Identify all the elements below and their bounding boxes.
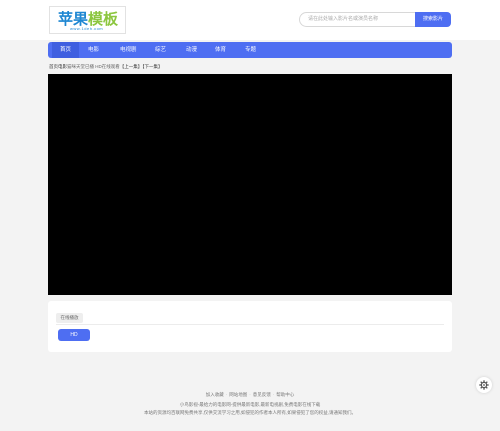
- episode-panel: 在线播放 HD: [48, 301, 452, 352]
- nav-item-sports[interactable]: 体育: [215, 42, 226, 58]
- nav-item-topics[interactable]: 专题: [245, 42, 256, 58]
- breadcrumb-path: 已播 HD在线观看: [85, 64, 120, 69]
- video-player[interactable]: [48, 74, 452, 295]
- search-input[interactable]: 请在此处输入影片名或演员名称: [299, 12, 416, 27]
- footer-links: 加入收藏 · 网站地图 · 意见反馈 · 帮助中心: [205, 392, 295, 397]
- nav-item-home[interactable]: 首页: [52, 42, 80, 58]
- footer-link-feedback[interactable]: 意见反馈: [253, 392, 271, 397]
- breadcrumb-home[interactable]: 首页: [49, 64, 58, 69]
- nav-item-anime[interactable]: 动漫: [186, 42, 197, 58]
- breadcrumb-title[interactable]: 猫咪天堂: [67, 64, 85, 69]
- footer-link-sitemap[interactable]: 网站地图: [229, 392, 247, 397]
- footer-slogan: 小鸟影视-最给力的电影网-提供最新电影,最新电视剧,免费电影在线下载: [179, 402, 321, 407]
- divider: [56, 324, 444, 325]
- breadcrumb-category[interactable]: 电影: [58, 64, 67, 69]
- prev-episode-link[interactable]: 【上一集】: [120, 64, 143, 69]
- next-episode-link[interactable]: 【下一集】: [142, 64, 162, 69]
- main-nav: 首页 电影 电视剧 综艺 动漫 体育 专题: [48, 42, 452, 58]
- tab-online-play[interactable]: 在线播放: [56, 313, 83, 323]
- search-button[interactable]: 搜索影片: [415, 12, 451, 27]
- site-logo[interactable]: 苹果模板 www.1deh.com: [49, 6, 126, 34]
- footer-link-bookmark[interactable]: 加入收藏: [206, 392, 224, 397]
- episode-button-hd[interactable]: HD: [58, 329, 90, 341]
- logo-url: www.1deh.com: [70, 26, 104, 31]
- nav-item-tv[interactable]: 电视剧: [120, 42, 137, 58]
- nav-item-variety[interactable]: 综艺: [155, 42, 166, 58]
- nav-item-movies[interactable]: 电影: [88, 42, 99, 58]
- footer-link-help[interactable]: 帮助中心: [276, 392, 294, 397]
- breadcrumb: 首页电影猫咪天堂已播 HD在线观看【上一集】【下一集】: [49, 64, 163, 70]
- settings-button[interactable]: [476, 377, 492, 393]
- footer-disclaimer: 本站的资源均百联网免费共享,仅供交流学习之用,如侵犯的作者本人所有,如果侵犯了您…: [144, 410, 356, 415]
- gear-icon: [479, 380, 489, 390]
